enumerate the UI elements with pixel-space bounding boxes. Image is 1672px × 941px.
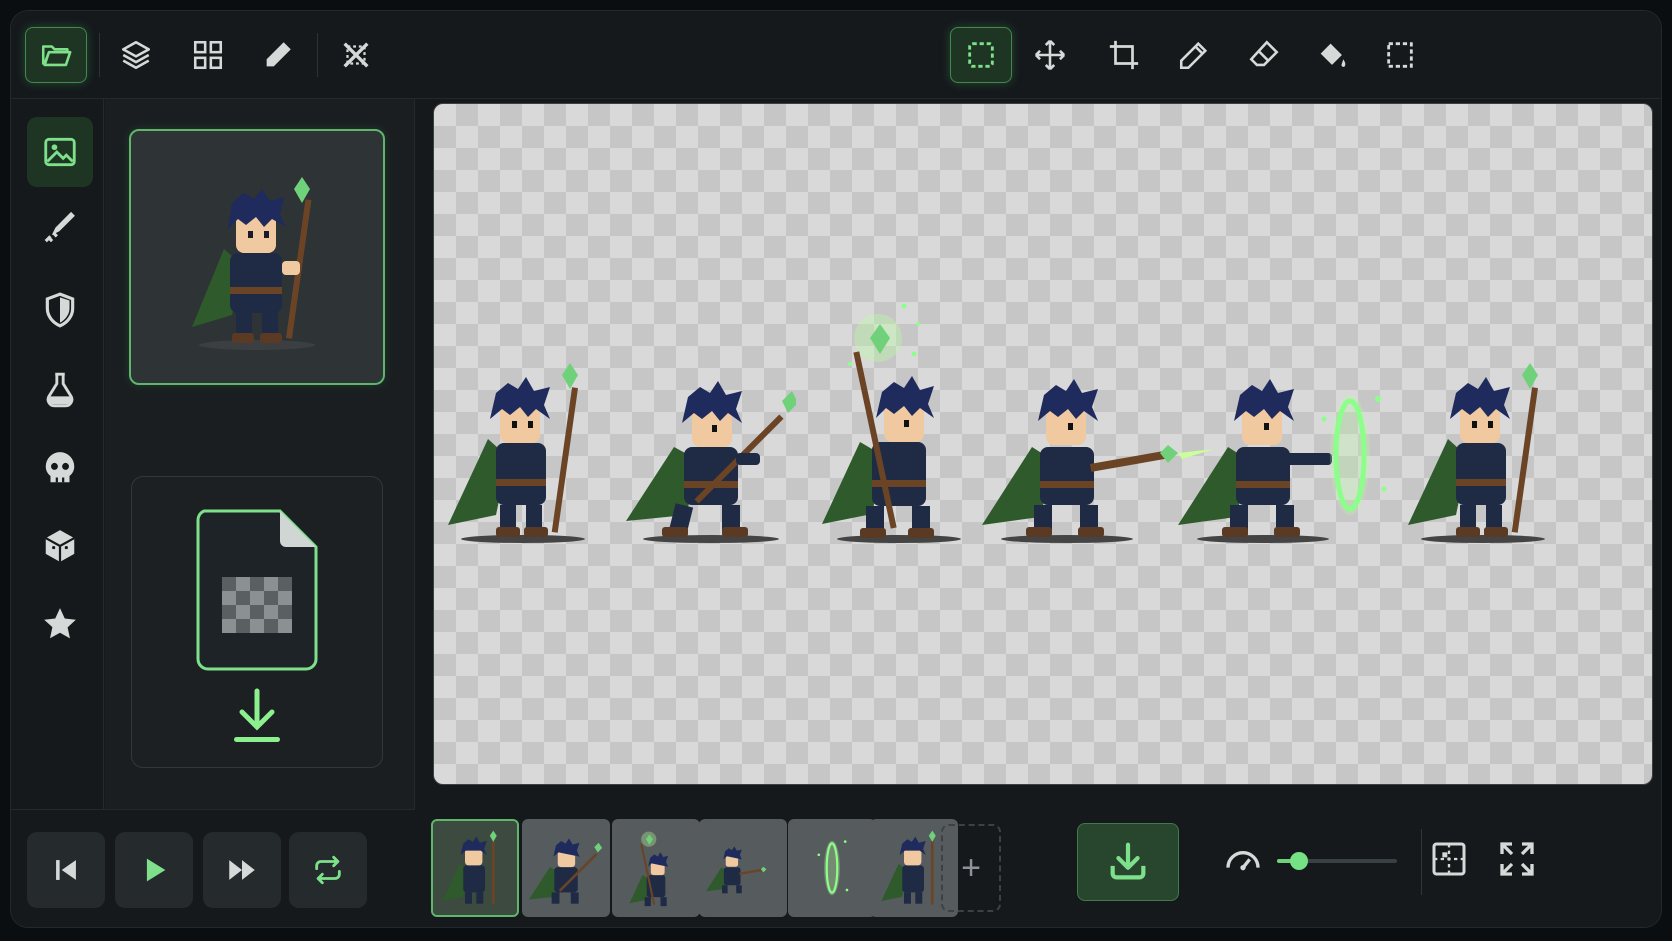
speed-slider-knob[interactable] xyxy=(1289,852,1308,870)
grid-view-icon xyxy=(1432,842,1466,876)
timeline-divider xyxy=(1421,829,1422,895)
onion-skin-button[interactable] xyxy=(1429,839,1469,879)
eraser-icon xyxy=(1249,40,1279,67)
image-icon xyxy=(44,137,76,167)
pencil-button[interactable] xyxy=(1163,27,1225,83)
sprite-frame-raise xyxy=(822,303,961,543)
rail-item-weapons[interactable] xyxy=(27,195,93,265)
grid-button[interactable] xyxy=(177,27,239,83)
mage-character-sprite xyxy=(192,177,315,350)
sword-icon xyxy=(44,211,75,243)
skip-back-icon xyxy=(56,860,76,880)
playback-controls xyxy=(11,809,415,927)
asset-panel xyxy=(105,99,415,809)
paint-bucket-icon xyxy=(1320,43,1346,67)
sprite-frame-idle-end xyxy=(1408,363,1545,543)
skip-back-button[interactable] xyxy=(27,832,105,908)
timeline-frame-1[interactable] xyxy=(431,819,519,917)
sprite-canvas[interactable] xyxy=(433,103,1653,785)
sprite-frame-idle xyxy=(448,363,585,543)
sprite-tool-button[interactable] xyxy=(325,27,387,83)
speed-slider[interactable] xyxy=(1277,852,1397,870)
cube-icon xyxy=(45,530,75,562)
frame-thumbnail xyxy=(881,830,936,905)
move-button[interactable] xyxy=(1019,27,1081,83)
pencil-icon xyxy=(1179,41,1208,70)
open-folder-button[interactable] xyxy=(25,27,87,83)
timeline-frame-4[interactable] xyxy=(699,819,787,917)
frame-thumbnail xyxy=(529,838,603,904)
sprite-tool-icon xyxy=(343,42,369,68)
transparent-file-icon xyxy=(196,509,318,671)
loop-icon xyxy=(315,855,341,885)
rail-item-images[interactable] xyxy=(27,117,93,187)
frame-thumbnail xyxy=(817,840,849,896)
skull-icon xyxy=(45,452,75,483)
play-icon xyxy=(146,858,166,882)
dashed-selection-button[interactable] xyxy=(1369,27,1431,83)
loop-button[interactable] xyxy=(289,832,367,908)
frame-thumbnail xyxy=(442,830,497,905)
sprite-frame-portal xyxy=(1178,379,1387,543)
folder-open-icon xyxy=(41,45,72,67)
top-toolbar xyxy=(11,11,1661,99)
expand-icon xyxy=(1500,842,1534,876)
grid-icon xyxy=(193,40,223,70)
speed-gauge-icon xyxy=(1226,851,1260,871)
sprite-editor-window: + xyxy=(10,10,1662,928)
download-icon xyxy=(1110,842,1146,880)
pen-icon xyxy=(266,42,291,67)
marquee-select-icon xyxy=(968,42,994,68)
toolbar-divider xyxy=(317,33,318,77)
timeline-frame-3[interactable] xyxy=(612,819,700,917)
pen-button[interactable] xyxy=(247,27,309,83)
rail-item-objects[interactable] xyxy=(27,511,93,581)
eraser-button[interactable] xyxy=(1233,27,1295,83)
export-button[interactable] xyxy=(1077,823,1179,901)
marquee-select-button[interactable] xyxy=(950,27,1012,83)
fast-forward-button[interactable] xyxy=(203,832,281,908)
crop-icon xyxy=(1109,40,1139,70)
frame-thumbnail xyxy=(629,831,669,907)
frame-thumbnail xyxy=(706,846,767,894)
timeline-frame-5[interactable] xyxy=(788,819,876,917)
rail-item-favorites[interactable] xyxy=(27,589,93,659)
category-rail xyxy=(11,99,104,809)
frame-timeline: + xyxy=(415,789,1661,927)
paint-bucket-button[interactable] xyxy=(1301,27,1363,83)
import-dropzone[interactable] xyxy=(131,476,383,768)
play-button[interactable] xyxy=(115,832,193,908)
shield-icon xyxy=(45,292,75,328)
star-icon xyxy=(44,608,76,639)
add-frame-label: + xyxy=(961,849,981,887)
add-frame-button[interactable]: + xyxy=(941,824,1001,912)
toolbar-divider xyxy=(99,33,100,77)
rail-item-potions[interactable] xyxy=(27,355,93,425)
move-icon xyxy=(1034,39,1066,71)
potion-icon xyxy=(46,372,74,408)
fast-forward-icon xyxy=(229,860,255,880)
character-preview-card[interactable] xyxy=(129,129,385,385)
rail-item-enemies[interactable] xyxy=(27,433,93,503)
layers-button[interactable] xyxy=(105,27,167,83)
layers-icon xyxy=(121,40,151,70)
timeline-frame-2[interactable] xyxy=(522,819,610,917)
fullscreen-button[interactable] xyxy=(1497,839,1537,879)
dashed-selection-icon xyxy=(1387,42,1413,68)
sprite-frame-step xyxy=(626,381,796,543)
download-arrow-icon[interactable] xyxy=(224,685,290,751)
rail-item-armor[interactable] xyxy=(27,275,93,345)
crop-button[interactable] xyxy=(1093,27,1155,83)
